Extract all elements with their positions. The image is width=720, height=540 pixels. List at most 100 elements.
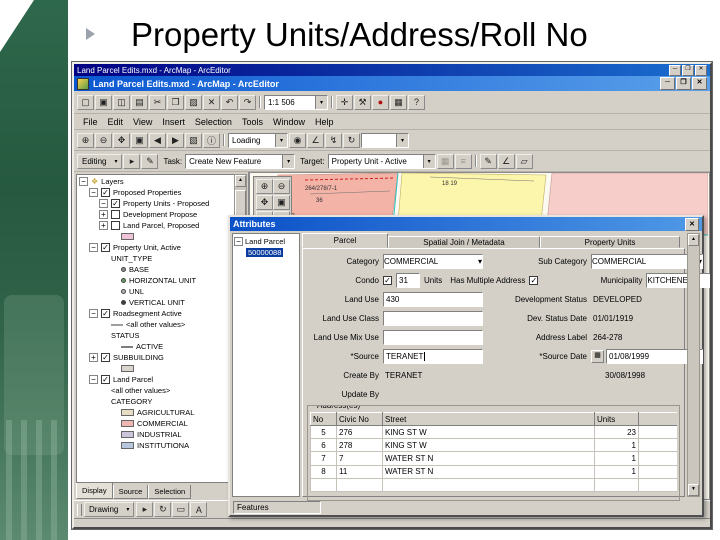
scroll-down-icon[interactable]: ▼ <box>688 484 699 496</box>
select-features-icon[interactable]: ▧ <box>185 132 202 148</box>
chevron-down-icon[interactable]: ▾ <box>275 133 287 147</box>
col-no[interactable]: No <box>310 412 337 426</box>
copy-icon[interactable]: ❐ <box>167 94 184 110</box>
toc-item[interactable]: + Development Propose <box>77 209 234 220</box>
toc-item[interactable]: − ✓ Property Units - Proposed <box>77 198 234 209</box>
toc-item[interactable]: VERTICAL UNIT <box>77 297 234 308</box>
toc-item[interactable]: + ✓ SUBBUILDING <box>77 352 234 363</box>
toc-item[interactable]: <all other values> <box>77 385 234 396</box>
menu-tools[interactable]: Tools <box>237 117 268 127</box>
tree-feature-item[interactable]: 50000088 <box>234 247 298 258</box>
expand-icon[interactable]: + <box>99 221 108 230</box>
toc-item[interactable]: AGRICULTURAL <box>77 407 234 418</box>
collapse-icon[interactable]: − <box>99 199 108 208</box>
menu-help[interactable]: Help <box>310 117 339 127</box>
loading-combo[interactable]: Loading ▾ <box>228 132 288 148</box>
layer-checkbox[interactable]: ✓ <box>101 243 110 252</box>
hyperlink-icon[interactable]: ↯ <box>325 132 342 148</box>
col-street[interactable]: Street <box>382 412 595 426</box>
toc-item[interactable]: <all other values> <box>77 319 234 330</box>
layer-checkbox[interactable]: ✓ <box>101 188 110 197</box>
chevron-down-icon[interactable]: ▾ <box>422 154 435 168</box>
scroll-up-icon[interactable]: ▲ <box>235 175 246 187</box>
close-button[interactable]: ✕ <box>692 77 707 90</box>
paste-icon[interactable]: ▨ <box>185 94 202 110</box>
editor-toolbar-icon[interactable]: ⚒ <box>354 94 371 110</box>
collapse-icon[interactable]: − <box>79 177 88 186</box>
minimize-button[interactable]: ─ <box>660 77 675 90</box>
chevron-down-icon[interactable]: ▾ <box>396 133 408 147</box>
tab-spatial-join-metadata[interactable]: Spatial Join / Metadata <box>388 236 540 248</box>
sketch-tool-icon[interactable]: ✎ <box>479 153 497 169</box>
edit-tool-arrow-icon[interactable]: ▸ <box>123 153 141 169</box>
find-icon[interactable]: ◉ <box>289 132 306 148</box>
source-input[interactable]: TERANET <box>383 349 483 364</box>
stop-editing-icon[interactable]: ● <box>372 94 389 110</box>
toc-item[interactable]: − ❖ Layers <box>77 176 234 187</box>
menu-window[interactable]: Window <box>268 117 310 127</box>
cut-icon[interactable]: ✂ <box>149 94 166 110</box>
multi-address-checkbox[interactable]: ✓ <box>529 276 539 285</box>
pan-icon[interactable]: ✥ <box>113 132 130 148</box>
add-data-icon[interactable]: ✛ <box>336 94 353 110</box>
drawing-menu-button[interactable]: Drawing ▾ <box>84 502 135 517</box>
zoom-in-icon[interactable]: ⊕ <box>256 179 273 194</box>
toc-item[interactable]: − ✓ Property Unit, Active <box>77 242 234 253</box>
address-row[interactable]: 6 278 KING ST W1 <box>310 438 677 453</box>
layer-checkbox[interactable]: ✓ <box>101 375 110 384</box>
menu-view[interactable]: View <box>128 117 157 127</box>
toc-item[interactable] <box>77 231 234 242</box>
chevron-down-icon[interactable]: ▾ <box>282 154 295 168</box>
close-button[interactable]: ✕ <box>695 64 707 76</box>
scroll-up-icon[interactable]: ▲ <box>688 234 699 246</box>
address-row[interactable]: 8 11 WATER ST N1 <box>310 464 677 479</box>
toc-item[interactable]: − ✓ Proposed Properties <box>77 187 234 198</box>
rectangle-icon[interactable]: ▭ <box>172 502 190 517</box>
angle-icon[interactable]: ∠ <box>497 153 515 169</box>
toc-item[interactable]: STATUS <box>77 330 234 341</box>
expand-icon[interactable]: + <box>89 353 98 362</box>
task-combo[interactable]: Create New Feature ▾ <box>185 153 296 169</box>
layer-checkbox[interactable]: ✓ <box>101 309 110 318</box>
secondary-combo[interactable]: ▾ <box>361 132 409 148</box>
toc-item[interactable]: ACTIVE <box>77 341 234 352</box>
open-icon[interactable]: ▣ <box>95 94 112 110</box>
land-use-input[interactable]: 430 <box>383 292 483 307</box>
toc-item[interactable] <box>77 363 234 374</box>
forward-extent-icon[interactable]: ▶ <box>167 132 184 148</box>
print-icon[interactable]: ▤ <box>131 94 148 110</box>
toc-item[interactable]: + Land Parcel, Proposed <box>77 220 234 231</box>
outer-title-bar[interactable]: Land Parcel Edits.mxd - ArcMap - ArcEdit… <box>74 64 710 76</box>
toc-item[interactable]: CATEGORY <box>77 396 234 407</box>
toc-item[interactable]: UNL <box>77 286 234 297</box>
collapse-icon[interactable]: − <box>89 243 98 252</box>
rotate-icon[interactable]: ↻ <box>154 502 172 517</box>
toc-item[interactable]: − ✓ Roadsegment Active <box>77 308 234 319</box>
refresh-icon[interactable]: ↻ <box>343 132 360 148</box>
save-icon[interactable]: ◫ <box>113 94 130 110</box>
toolbar-grip[interactable] <box>77 503 82 516</box>
maximize-button[interactable]: ❐ <box>682 64 694 76</box>
toc-tab-selection[interactable]: Selection <box>148 485 192 499</box>
menu-edit[interactable]: Edit <box>103 117 129 127</box>
toc-tab-source[interactable]: Source <box>112 485 149 499</box>
toc-item[interactable]: INSTITUTIONA <box>77 440 234 451</box>
menu-selection[interactable]: Selection <box>190 117 237 127</box>
chevron-down-icon[interactable]: ▾ <box>478 257 482 266</box>
menu-insert[interactable]: Insert <box>157 117 190 127</box>
identify-icon[interactable]: ⓘ <box>203 132 220 148</box>
zoom-in-icon[interactable]: ⊕ <box>77 132 94 148</box>
collapse-icon[interactable]: − <box>89 375 98 384</box>
measure-icon[interactable]: ∠ <box>307 132 324 148</box>
dialog-scrollbar[interactable]: ▲ ▼ <box>687 233 700 497</box>
toc-item[interactable]: COMMERCIAL <box>77 418 234 429</box>
category-combo[interactable]: COMMERCIAL ▾ <box>383 254 483 269</box>
date-picker-icon[interactable]: ▦ <box>591 350 604 363</box>
zoom-out-icon[interactable]: ⊖ <box>273 179 290 194</box>
scale-combo[interactable]: 1:1 506 ▾ <box>264 94 328 110</box>
condo-checkbox[interactable]: ✓ <box>383 276 392 285</box>
redo-icon[interactable]: ↷ <box>239 94 256 110</box>
address-row[interactable]: 5 276 KING ST W 23 <box>310 424 677 440</box>
menu-file[interactable]: File <box>78 117 103 127</box>
expand-icon[interactable]: + <box>99 210 108 219</box>
